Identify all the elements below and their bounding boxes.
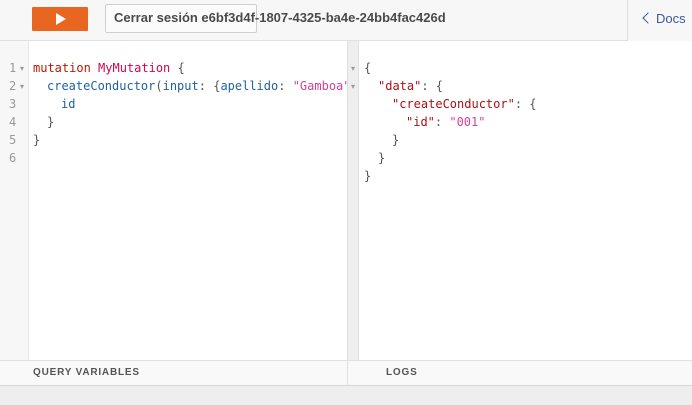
result-line-5: } [392,131,399,149]
brace: } [33,133,41,147]
operation-name: MyMutation [98,61,171,75]
line-number: 1 [9,61,17,75]
brace: } [47,115,55,129]
colon: : [198,79,206,93]
keyword: mutation [33,61,91,75]
json-key: "createConductor" [392,97,515,111]
fold-arrow-icon[interactable]: ▾ [351,82,355,91]
footer [0,386,692,405]
punctuation: : { [514,97,537,111]
result-line-1: { [364,59,371,77]
code-line-2[interactable]: createConductor(input: {apellido: "Gambo… [47,77,358,95]
result-line-7: } [364,167,371,185]
colon: : [278,79,286,93]
session-label: Cerrar sesión e6bf3d4f-1807-4325-ba4e-24… [114,10,446,25]
code-line-4[interactable]: } [47,113,54,131]
line-number: 5 [9,133,17,147]
line-number: 6 [9,151,17,165]
brace: } [392,133,400,147]
object-key: apellido [220,79,279,93]
paren: ( [155,79,163,93]
docs-label: Docs [656,11,686,26]
fold-arrow-icon[interactable]: ▾ [20,64,24,73]
bottom-divider [347,360,348,386]
string-value: "Gamboa" [292,79,351,93]
play-icon [56,13,66,25]
brace: { [364,61,372,75]
code-line-3[interactable]: id [61,95,75,113]
query-variables-tab[interactable]: QUERY VARIABLES [33,367,140,378]
json-string-value: "001" [449,115,486,129]
logs-tab[interactable]: LOGS [386,367,418,378]
argument-name: input [162,79,199,93]
field-name: id [61,97,76,111]
result-line-6: } [378,149,385,167]
json-key: "id" [406,115,435,129]
code-line-5[interactable]: } [33,131,40,149]
field-name: createConductor [47,79,156,93]
json-key: "data" [378,79,422,93]
punctuation: : [434,115,450,129]
result-line-3: "createConductor": { [392,95,537,113]
result-line-4: "id": "001" [406,113,485,131]
brace: } [378,151,386,165]
line-number: 2 [9,79,17,93]
result-line-2: "data": { [378,77,443,95]
fold-arrow-icon[interactable]: ▾ [351,64,355,73]
line-number: 3 [9,97,17,111]
run-button[interactable] [32,7,88,31]
code-line-1[interactable]: mutation MyMutation { [33,59,185,77]
docs-button[interactable]: Docs [627,0,692,41]
fold-arrow-icon[interactable]: ▾ [20,82,24,91]
brace: { [177,61,185,75]
punctuation: : { [421,79,444,93]
chevron-left-icon [642,12,654,24]
line-number: 4 [9,115,17,129]
brace: } [364,169,372,183]
